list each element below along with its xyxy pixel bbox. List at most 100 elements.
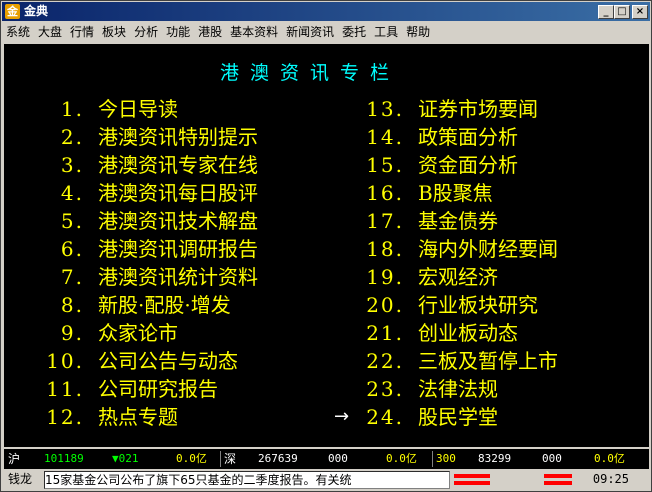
activity-bar-icon <box>454 481 490 485</box>
entry-label: 海内外财经要闻 <box>418 237 558 261</box>
sz-index-value: 267639 <box>258 452 298 465</box>
index-status-bar: 沪 101189 ▼021 0.0亿 深 267639 000 0.0亿 300… <box>4 449 649 469</box>
menu-entry[interactable]: 9. 众家论市 <box>24 320 178 346</box>
entry-number: 14. <box>366 125 404 149</box>
menu-entry[interactable]: 18. 海内外财经要闻 <box>344 236 558 262</box>
menu-entry[interactable]: 23. 法律法规 <box>344 376 498 402</box>
close-button[interactable]: × <box>632 5 648 19</box>
menu-entry[interactable]: 11. 公司研究报告 <box>24 376 218 402</box>
entry-label: 港澳资讯特别提示 <box>98 125 258 149</box>
menu-market[interactable]: 大盘 <box>34 22 66 42</box>
idx300-label: 300 <box>436 452 456 465</box>
entry-number: 17. <box>366 209 404 233</box>
entry-number: 20. <box>366 293 404 317</box>
entry-label: 法律法规 <box>418 377 498 401</box>
entry-label: 今日导读 <box>98 97 178 121</box>
content-panel: 港澳资讯专栏 1. 今日导读 2. 港澳资讯特别提示 3. 港澳资讯专家在线 4. 港澳资讯每… <box>4 44 649 447</box>
entry-number: 10. <box>46 349 84 373</box>
menu-entry[interactable]: 2. 港澳资讯特别提示 <box>24 124 258 150</box>
entry-label: 行业板块研究 <box>418 293 538 317</box>
menu-help[interactable]: 帮助 <box>402 22 434 42</box>
entry-number: 23. <box>366 377 404 401</box>
menu-entry[interactable]: 4. 港澳资讯每日股评 <box>24 180 258 206</box>
entry-label: 三板及暂停上市 <box>418 349 558 373</box>
menu-entry[interactable]: 19. 宏观经济 <box>344 264 498 290</box>
entry-number: 4. <box>60 181 84 205</box>
menu-sectors[interactable]: 板块 <box>98 22 130 42</box>
menu-entry[interactable]: 7. 港澳资讯统计资料 <box>24 264 258 290</box>
entry-number: 22. <box>366 349 404 373</box>
menu-entry[interactable]: 10. 公司公告与动态 <box>24 348 238 374</box>
entry-label: 众家论市 <box>98 321 178 345</box>
sh-label: 沪 <box>8 452 21 466</box>
menu-entry[interactable]: 21. 创业板动态 <box>344 320 518 346</box>
app-icon: 金 <box>5 4 20 19</box>
entry-number: 18. <box>366 237 404 261</box>
sh-amount: 0.0亿 <box>176 452 207 465</box>
entry-label: 宏观经济 <box>418 265 498 289</box>
news-ticker[interactable]: 15家基金公司公布了旗下65只基金的二季度报告。有关统 <box>44 471 450 489</box>
entry-label: 创业板动态 <box>418 321 518 345</box>
entry-number: 19. <box>366 265 404 289</box>
sz-index-change: 000 <box>328 452 348 465</box>
entry-label: 证券市场要闻 <box>418 97 538 121</box>
entry-label: 资金面分析 <box>418 153 518 177</box>
menu-entry[interactable]: 5. 港澳资讯技术解盘 <box>24 208 258 234</box>
entry-label: 基金债券 <box>418 209 498 233</box>
menu-entry[interactable]: 3. 港澳资讯专家在线 <box>24 152 258 178</box>
sh-index-value: 101189 <box>44 452 84 465</box>
menu-entry[interactable]: 1. 今日导读 <box>24 96 178 122</box>
menu-entry[interactable]: 8. 新股·配股·增发 <box>24 292 231 318</box>
menu-entry[interactable]: 14. 政策面分析 <box>344 124 518 150</box>
clock: 09:25 <box>592 472 629 486</box>
main-window: 金 金典 _ □ × 系统 大盘 行情 板块 分析 功能 港股 基本资料 新闻资讯 委托 工具 帮助 … <box>0 0 652 492</box>
menu-entry[interactable]: 15. 资金面分析 <box>344 152 518 178</box>
activity-bar-icon <box>544 481 572 485</box>
menu-entry[interactable]: 22. 三板及暂停上市 <box>344 348 558 374</box>
idx300-change: 000 <box>542 452 562 465</box>
entry-number: 15. <box>366 153 404 177</box>
entry-number: 12. <box>46 405 84 429</box>
entry-number: 3. <box>60 153 84 177</box>
menu-entry[interactable]: 12. 热点专题 <box>24 404 178 430</box>
entry-label: 港澳资讯每日股评 <box>98 181 258 205</box>
entry-number: 24. <box>366 405 404 429</box>
menu-entry[interactable]: 17. 基金债券 <box>344 208 498 234</box>
menu-bar: 系统 大盘 行情 板块 分析 功能 港股 基本资料 新闻资讯 委托 工具 帮助 <box>2 22 650 42</box>
menu-system[interactable]: 系统 <box>2 22 34 42</box>
activity-bar-icon <box>454 474 490 478</box>
entry-number: 21. <box>366 321 404 345</box>
window-title: 金典 <box>24 4 49 18</box>
entry-number: 13. <box>366 97 404 121</box>
entry-number: 7. <box>60 265 84 289</box>
entry-number: 5. <box>60 209 84 233</box>
minimize-button[interactable]: _ <box>598 5 614 19</box>
ticker-label: 钱龙 <box>8 472 33 486</box>
menu-entry[interactable]: 13. 证券市场要闻 <box>344 96 538 122</box>
entry-number: 16. <box>366 181 404 205</box>
menu-news[interactable]: 新闻资讯 <box>282 22 338 42</box>
entry-label: B股聚焦 <box>418 181 493 205</box>
menu-quotes[interactable]: 行情 <box>66 22 98 42</box>
sz-amount: 0.0亿 <box>386 452 417 465</box>
menu-entry[interactable]: 6. 港澳资讯调研报告 <box>24 236 258 262</box>
entry-number: 11. <box>46 377 84 401</box>
menu-orders[interactable]: 委托 <box>338 22 370 42</box>
menu-hk-stocks[interactable]: 港股 <box>194 22 226 42</box>
entry-number: 2. <box>60 125 84 149</box>
entry-label: 公司研究报告 <box>98 377 218 401</box>
entry-label: 政策面分析 <box>418 125 518 149</box>
entry-number: 6. <box>60 237 84 261</box>
menu-entry[interactable]: 24. 股民学堂 <box>344 404 498 430</box>
menu-entry[interactable]: 20. 行业板块研究 <box>344 292 538 318</box>
title-bar[interactable]: 金 金典 _ □ × <box>2 2 650 21</box>
page-title: 港澳资讯专栏 <box>220 62 401 84</box>
menu-functions[interactable]: 功能 <box>162 22 194 42</box>
entry-label: 股民学堂 <box>418 405 498 429</box>
menu-analysis[interactable]: 分析 <box>130 22 162 42</box>
menu-basic-info[interactable]: 基本资料 <box>226 22 282 42</box>
maximize-button[interactable]: □ <box>614 5 630 19</box>
entry-label: 热点专题 <box>98 405 178 429</box>
menu-entry[interactable]: 16. B股聚焦 <box>344 180 493 206</box>
menu-tools[interactable]: 工具 <box>370 22 402 42</box>
